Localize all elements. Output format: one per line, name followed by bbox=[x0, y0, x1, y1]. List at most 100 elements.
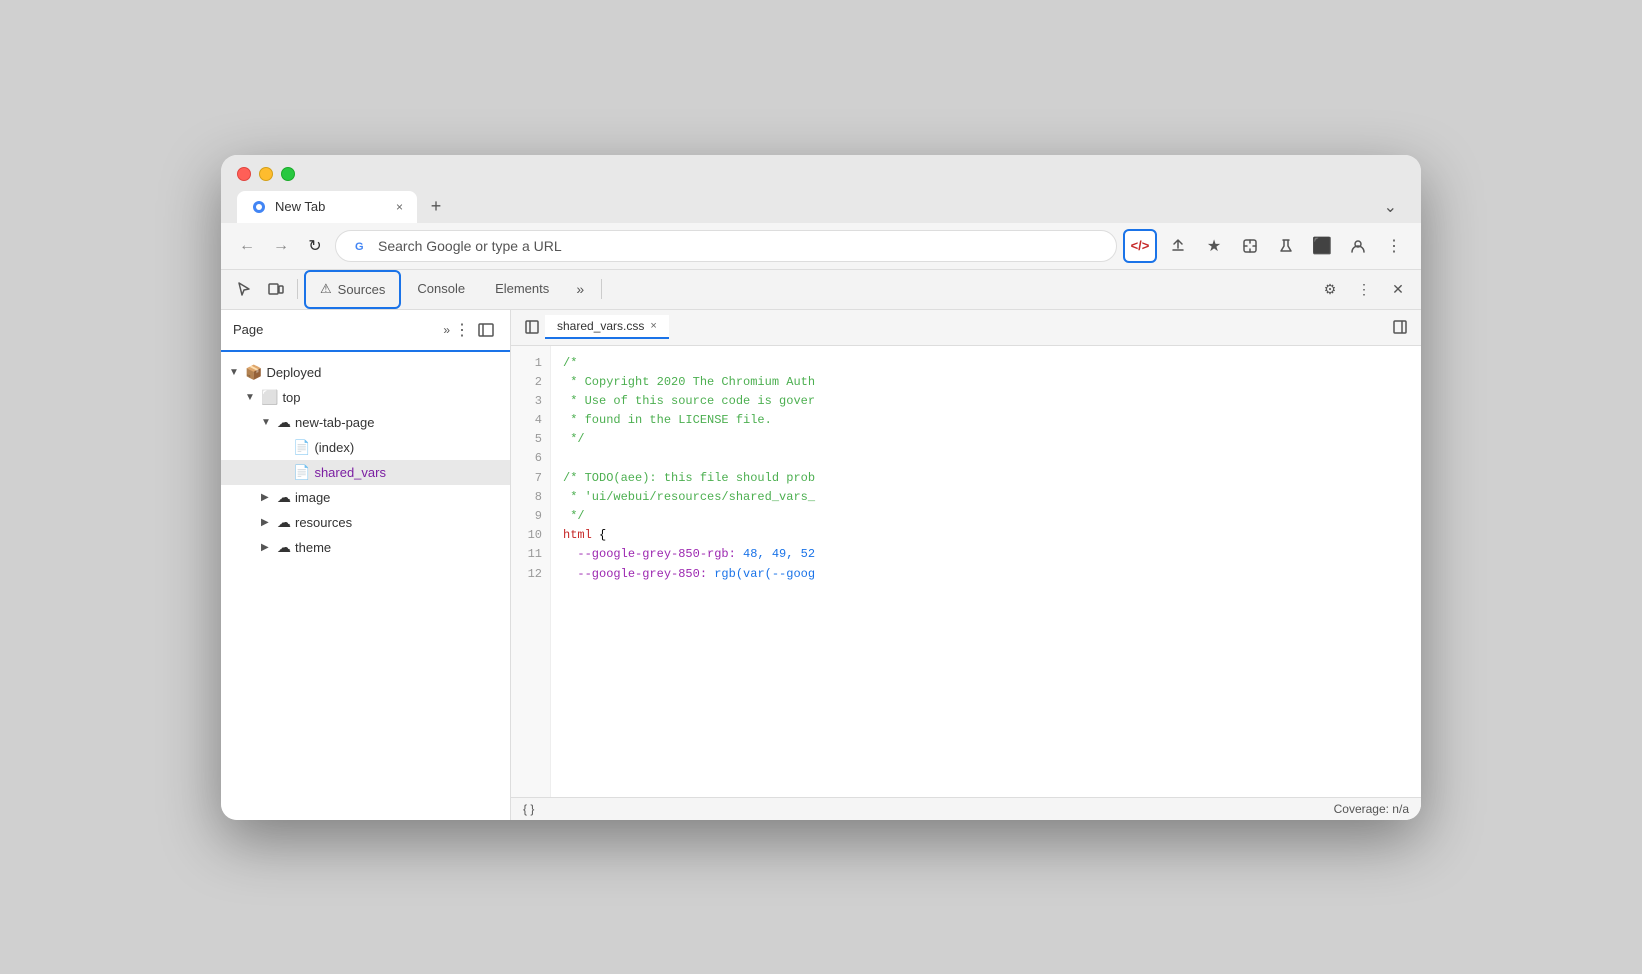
resources-label: resources bbox=[295, 515, 352, 530]
extensions-button[interactable] bbox=[1235, 231, 1265, 261]
browser-toolbar: ← → ↻ G Search Google or type a URL </> … bbox=[221, 223, 1421, 270]
code-content: 1 2 3 4 5 6 7 8 9 10 11 12 /* * C bbox=[511, 346, 1421, 797]
tab-list-button[interactable]: ⌄ bbox=[1376, 193, 1405, 221]
devtools-icon-wrapper: </> bbox=[1123, 229, 1157, 263]
cloud-icon: ☁ bbox=[277, 414, 291, 431]
file-icon-purple: 📄 bbox=[293, 464, 310, 481]
forward-button[interactable]: → bbox=[267, 232, 295, 260]
tree-item-top[interactable]: ▼ ⬜ top bbox=[221, 385, 510, 410]
file-tree-content: ▼ 📦 Deployed ▼ ⬜ top ▼ ☁ new-tab-page bbox=[221, 352, 510, 820]
address-bar[interactable]: G Search Google or type a URL bbox=[335, 230, 1117, 262]
code-tab-bar: shared_vars.css × bbox=[511, 310, 1421, 346]
console-tab-label: Console bbox=[417, 281, 465, 296]
lab-button[interactable] bbox=[1271, 231, 1301, 261]
sidebar-icon bbox=[525, 320, 539, 334]
refresh-button[interactable]: ↻ bbox=[301, 232, 329, 260]
file-tree-options-button[interactable]: ⋮ bbox=[454, 320, 470, 340]
file-tree-header: Page » ⋮ bbox=[221, 310, 510, 352]
back-button[interactable]: ← bbox=[233, 232, 261, 260]
chevron-right-icon: ▶ bbox=[261, 542, 273, 553]
elements-tab-label: Elements bbox=[495, 281, 549, 296]
chrome-favicon bbox=[251, 199, 267, 215]
active-tab[interactable]: New Tab × bbox=[237, 191, 417, 223]
code-editor[interactable]: /* * Copyright 2020 The Chromium Auth * … bbox=[551, 346, 1421, 797]
collapse-code-sidebar-button[interactable] bbox=[1387, 314, 1413, 340]
browser-window: New Tab × + ⌄ ← → ↻ G Search Google or t… bbox=[221, 155, 1421, 820]
chevron-down-icon: ▼ bbox=[261, 417, 273, 428]
sources-tab-label: Sources bbox=[338, 282, 386, 297]
tree-item-deployed[interactable]: ▼ 📦 Deployed bbox=[221, 360, 510, 385]
close-devtools-button[interactable]: ✕ bbox=[1383, 274, 1413, 304]
sidebar-toggle-icon bbox=[478, 322, 494, 338]
devtools-main: Page » ⋮ ▼ � bbox=[221, 310, 1421, 820]
devtools-icon: </> bbox=[1131, 238, 1150, 253]
google-icon: G bbox=[352, 237, 370, 255]
devtools-panel: ⚠ Sources Console Elements » ⚙ ⋮ ✕ Page bbox=[221, 270, 1421, 820]
more-options-button[interactable]: ⋮ bbox=[1349, 274, 1379, 304]
cloud-icon: ☁ bbox=[277, 514, 291, 531]
code-tab-close-button[interactable]: × bbox=[650, 320, 656, 332]
share-icon bbox=[1170, 238, 1186, 254]
tab-sources[interactable]: ⚠ Sources bbox=[304, 270, 401, 309]
device-toolbar-button[interactable] bbox=[261, 274, 291, 304]
bookmark-button[interactable]: ★ bbox=[1199, 231, 1229, 261]
collapse-icon bbox=[1393, 320, 1407, 334]
more-tabs-button[interactable]: » bbox=[565, 274, 595, 304]
tree-item-shared-vars[interactable]: ▶ 📄 shared_vars bbox=[221, 460, 510, 485]
profile-button[interactable] bbox=[1343, 231, 1373, 261]
settings-button[interactable]: ⚙ bbox=[1315, 274, 1345, 304]
newtabpage-label: new-tab-page bbox=[295, 415, 375, 430]
chevron-down-icon: ▼ bbox=[229, 367, 241, 378]
tab-console[interactable]: Console bbox=[403, 270, 479, 309]
top-icon: ⬜ bbox=[261, 389, 278, 406]
cloud-icon: ☁ bbox=[277, 489, 291, 506]
toolbar-separator-1 bbox=[297, 279, 298, 299]
devtools-topbar: ⚠ Sources Console Elements » ⚙ ⋮ ✕ bbox=[221, 270, 1421, 310]
share-button[interactable] bbox=[1163, 231, 1193, 261]
title-bar: New Tab × + ⌄ bbox=[221, 155, 1421, 223]
toggle-sources-sidebar-button[interactable] bbox=[519, 314, 545, 340]
sidebar-button[interactable]: ⬛ bbox=[1307, 231, 1337, 261]
puzzle-icon bbox=[1242, 238, 1258, 254]
cursor-icon bbox=[236, 281, 252, 297]
inspect-element-button[interactable] bbox=[229, 274, 259, 304]
chevron-down-icon: ▼ bbox=[245, 392, 257, 403]
deployed-icon: 📦 bbox=[245, 364, 262, 381]
chevron-right-icon: ▶ bbox=[261, 492, 273, 503]
code-statusbar: { } Coverage: n/a bbox=[511, 797, 1421, 820]
file-tree-header-actions: » ⋮ bbox=[443, 320, 470, 340]
minimize-traffic-light[interactable] bbox=[259, 167, 273, 181]
tab-title: New Tab bbox=[275, 199, 325, 214]
more-panels-button[interactable]: » bbox=[443, 323, 450, 337]
pretty-print-button[interactable]: { } bbox=[523, 802, 534, 816]
toggle-sidebar-button[interactable] bbox=[474, 318, 498, 342]
sharedvars-label: shared_vars bbox=[314, 465, 386, 480]
svg-text:G: G bbox=[355, 241, 364, 253]
code-file-tab[interactable]: shared_vars.css × bbox=[545, 315, 669, 339]
tree-item-newtabpage[interactable]: ▼ ☁ new-tab-page bbox=[221, 410, 510, 435]
maximize-traffic-light[interactable] bbox=[281, 167, 295, 181]
tab-bar: New Tab × + ⌄ bbox=[237, 191, 1405, 223]
devtools-topbar-right: ⚙ ⋮ ✕ bbox=[1315, 274, 1413, 304]
devtools-toggle-button[interactable]: </> bbox=[1123, 229, 1157, 263]
coverage-status: Coverage: n/a bbox=[1334, 802, 1409, 816]
address-text: Search Google or type a URL bbox=[378, 238, 562, 254]
tree-item-resources[interactable]: ▶ ☁ resources bbox=[221, 510, 510, 535]
menu-button[interactable]: ⋮ bbox=[1379, 231, 1409, 261]
warning-icon: ⚠ bbox=[320, 281, 332, 297]
theme-label: theme bbox=[295, 540, 331, 555]
traffic-lights bbox=[237, 167, 1405, 181]
tab-close-button[interactable]: × bbox=[396, 200, 403, 214]
file-tree-title: Page bbox=[233, 322, 263, 337]
tree-item-index[interactable]: ▶ 📄 (index) bbox=[221, 435, 510, 460]
profile-icon bbox=[1350, 238, 1366, 254]
deployed-label: Deployed bbox=[266, 365, 321, 380]
tree-item-theme[interactable]: ▶ ☁ theme bbox=[221, 535, 510, 560]
tree-item-image[interactable]: ▶ ☁ image bbox=[221, 485, 510, 510]
new-tab-button[interactable]: + bbox=[421, 192, 451, 222]
toolbar-separator-2 bbox=[601, 279, 602, 299]
close-traffic-light[interactable] bbox=[237, 167, 251, 181]
chevron-right-icon: ▶ bbox=[261, 517, 273, 528]
file-icon: 📄 bbox=[293, 439, 310, 456]
tab-elements[interactable]: Elements bbox=[481, 270, 563, 309]
